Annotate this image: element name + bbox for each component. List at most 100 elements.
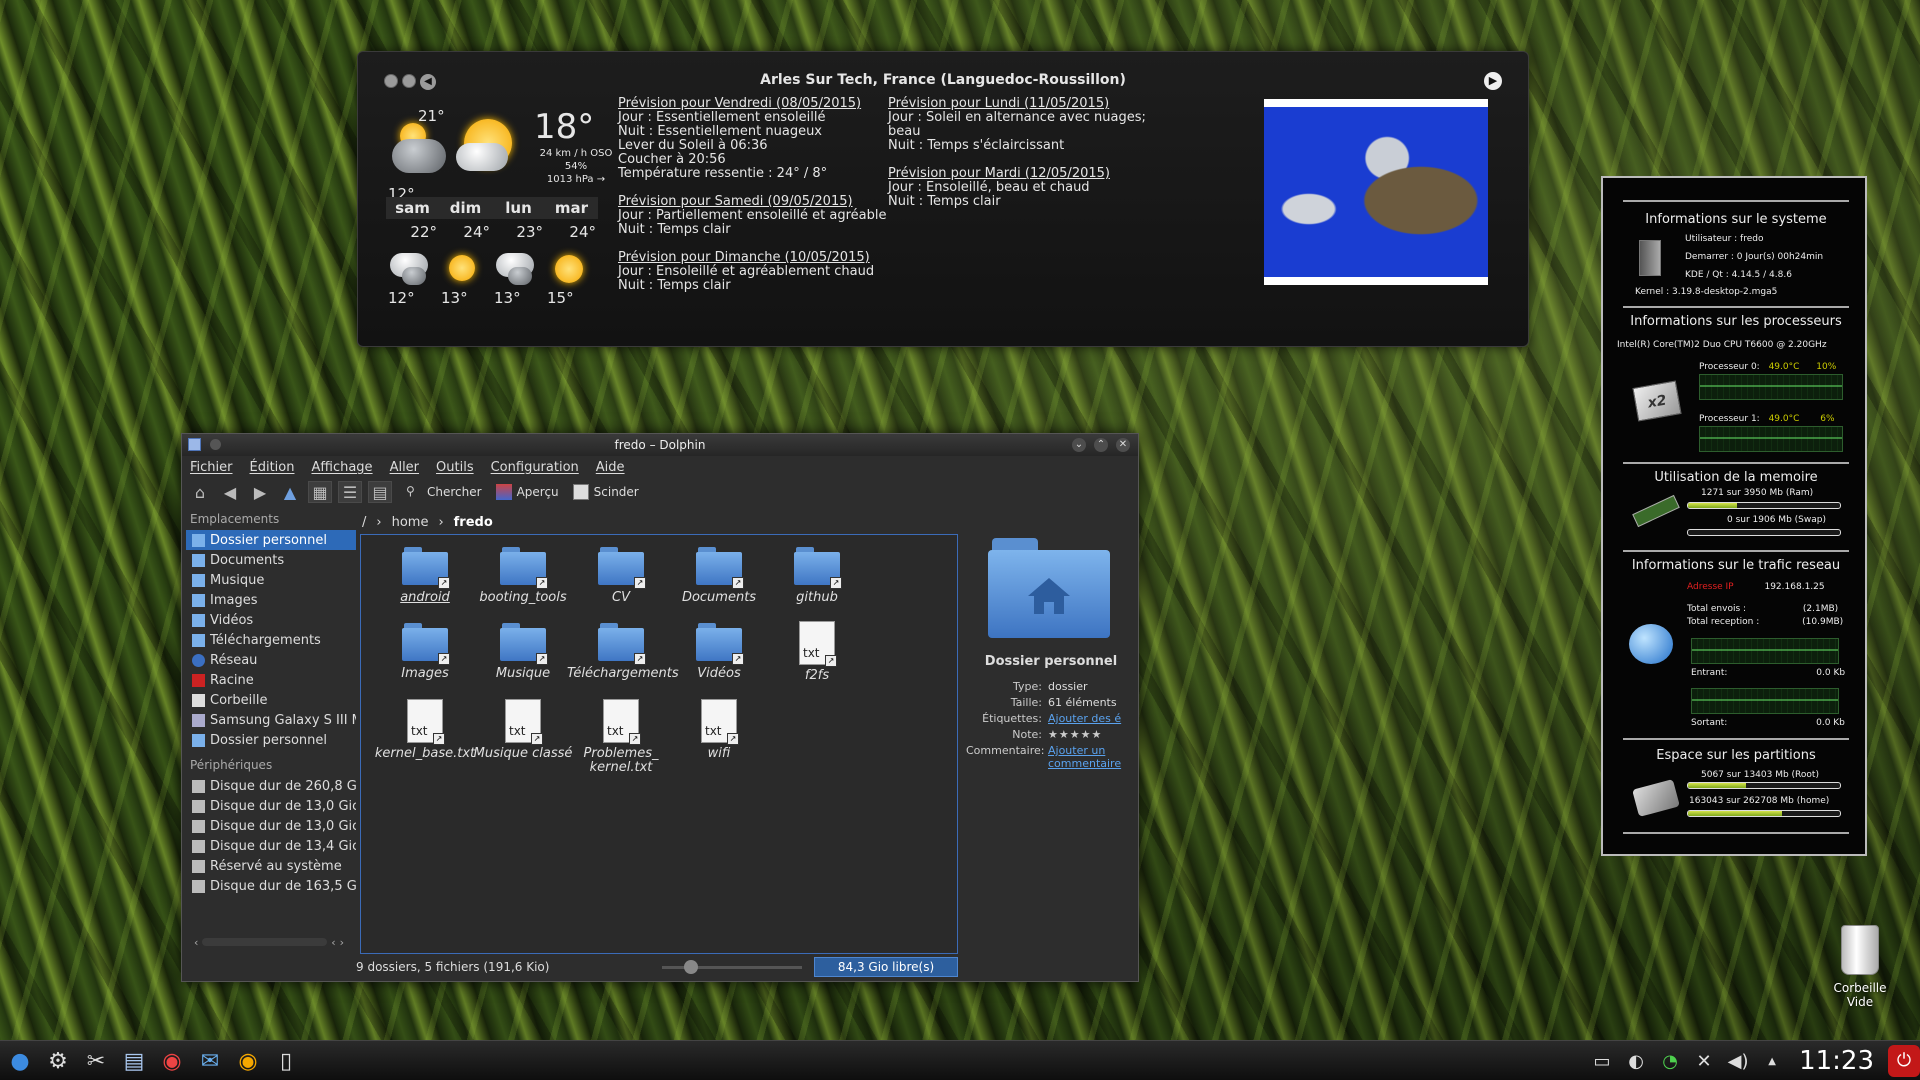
place-images[interactable]: Images: [186, 590, 356, 610]
place-documents[interactable]: Documents: [186, 550, 356, 570]
scrollbar-track[interactable]: [202, 938, 328, 946]
menu-fichier[interactable]: Fichier: [190, 460, 233, 475]
places-scrollbar[interactable]: ‹ ‹ ›: [194, 935, 344, 949]
close-icon[interactable]: ✕: [1116, 438, 1130, 452]
file-item[interactable]: ↗ android: [371, 547, 479, 605]
file-item[interactable]: txt ↗ f2fs: [763, 621, 871, 683]
zoom-slider-handle[interactable]: [684, 960, 698, 974]
place-root[interactable]: Racine: [186, 670, 356, 690]
file-item[interactable]: ↗ Images: [371, 623, 479, 681]
scroll-left-icon[interactable]: ‹: [194, 936, 198, 949]
up-icon[interactable]: ▲: [278, 481, 302, 503]
tray-expand-icon[interactable]: ▲: [1759, 1045, 1785, 1077]
breadcrumb: / › home › fredo: [362, 512, 493, 532]
menu-aller[interactable]: Aller: [390, 460, 419, 475]
place-downloads[interactable]: Téléchargements: [186, 630, 356, 650]
wifi-icon[interactable]: ◔: [1657, 1045, 1683, 1077]
chrome-icon[interactable]: ◉: [156, 1045, 188, 1077]
file-item[interactable]: ↗ booting_tools: [469, 547, 577, 605]
place-trash[interactable]: Corbeille: [186, 690, 356, 710]
minimize-icon[interactable]: ⌄: [1072, 438, 1086, 452]
rating-stars[interactable]: ★★★★★: [1048, 728, 1136, 741]
cpu-model: Intel(R) Core(TM)2 Duo CPU T6600 @ 2.20G…: [1617, 340, 1827, 350]
forecast-day: Jour : Essentiellement ensoleillé: [618, 110, 826, 125]
file-item[interactable]: ↗ github: [763, 547, 871, 605]
compact-view-icon[interactable]: ☰: [338, 481, 362, 503]
add-comment-link[interactable]: Ajouter un commentaire: [1048, 744, 1136, 770]
file-item[interactable]: txt ↗ wifi: [665, 699, 773, 761]
crumb-root[interactable]: /: [362, 515, 366, 530]
device-item[interactable]: Réservé au système: [186, 856, 356, 876]
device-item[interactable]: Disque dur de 163,5 G: [186, 876, 356, 896]
terminal-icon[interactable]: ▭: [1589, 1045, 1615, 1077]
place-home-2[interactable]: Dossier personnel: [186, 730, 356, 750]
chromium-icon[interactable]: ◉: [232, 1045, 264, 1077]
crumb-current[interactable]: fredo: [454, 515, 493, 530]
zoom-slider[interactable]: [662, 966, 802, 969]
menu-affichage[interactable]: Affichage: [311, 460, 372, 475]
file-item[interactable]: ↗ CV: [567, 547, 675, 605]
file-item[interactable]: ↗ Documents: [665, 547, 773, 605]
tools-icon[interactable]: ✂: [80, 1045, 112, 1077]
forward-icon[interactable]: ▶: [248, 481, 272, 503]
file-view[interactable]: ↗ android ↗ booting_tools ↗ CV ↗ Documents ↗…: [360, 534, 958, 954]
file-item[interactable]: txt ↗ Musique classé: [469, 699, 577, 761]
place-music[interactable]: Musique: [186, 570, 356, 590]
forecast-title[interactable]: Prévision pour Mardi (12/05/2015): [888, 167, 1148, 181]
scroll-right-icon[interactable]: ›: [340, 936, 344, 949]
tools-tray-icon[interactable]: ✕: [1691, 1045, 1717, 1077]
menu-configuration[interactable]: Configuration: [491, 460, 579, 475]
device-item[interactable]: Disque dur de 13,0 Gic: [186, 796, 356, 816]
place-home[interactable]: Dossier personnel: [186, 530, 356, 550]
usb-drive-icon[interactable]: ▯: [270, 1045, 302, 1077]
forecast-title[interactable]: Prévision pour Vendredi (08/05/2015): [618, 97, 898, 111]
system-tools-icon[interactable]: ⚙: [42, 1045, 74, 1077]
maximize-icon[interactable]: ⌃: [1094, 438, 1108, 452]
forecast-title[interactable]: Prévision pour Lundi (11/05/2015): [888, 97, 1148, 111]
thunderbird-icon[interactable]: ✉: [194, 1045, 226, 1077]
place-samsung[interactable]: Samsung Galaxy S III M: [186, 710, 356, 730]
update-icon[interactable]: ◐: [1623, 1045, 1649, 1077]
menu-aide[interactable]: Aide: [596, 460, 625, 475]
satellite-map-image[interactable]: [1264, 99, 1488, 285]
menu-outils[interactable]: Outils: [436, 460, 474, 475]
file-item[interactable]: txt ↗ kernel_base.txt: [371, 699, 479, 761]
forecast-title[interactable]: Prévision pour Samedi (09/05/2015): [618, 195, 898, 209]
clock[interactable]: 11:23: [1799, 1046, 1874, 1076]
file-item[interactable]: ↗ Musique: [469, 623, 577, 681]
menu-edition[interactable]: Édition: [250, 460, 295, 475]
search-button[interactable]: ⚲ Chercher: [406, 484, 482, 500]
home-icon[interactable]: ⌂: [188, 481, 212, 503]
next-icon[interactable]: ▶: [1484, 72, 1502, 90]
cpu0-label: Processeur 0:: [1699, 362, 1760, 372]
window-titlebar[interactable]: fredo – Dolphin ⌄ ⌃ ✕: [182, 434, 1138, 456]
preview-button[interactable]: Aperçu: [495, 484, 559, 500]
file-manager-icon[interactable]: ▤: [118, 1045, 150, 1077]
volume-icon[interactable]: ◀): [1725, 1045, 1751, 1077]
details-view-icon[interactable]: ▤: [368, 481, 392, 503]
ip-row: Adresse IP 192.168.1.25: [1687, 582, 1825, 592]
desktop-trash[interactable]: Corbeille Vide: [1820, 925, 1900, 1009]
free-space-indicator[interactable]: 84,3 Gio libre(s): [814, 957, 958, 977]
file-item[interactable]: ↗ Téléchargements: [567, 623, 679, 681]
uptime-info: Demarrer : 0 Jour(s) 00h24min: [1685, 252, 1824, 262]
place-network[interactable]: Réseau: [186, 650, 356, 670]
logout-icon[interactable]: ⏻: [1888, 1045, 1920, 1077]
forecast-title[interactable]: Prévision pour Dimanche (10/05/2015): [618, 251, 898, 265]
back-icon[interactable]: ◀: [218, 481, 242, 503]
device-item[interactable]: Disque dur de 260,8 G: [186, 776, 356, 796]
file-item[interactable]: txt ↗ Problemes_ kernel.txt: [567, 699, 675, 775]
device-item[interactable]: Disque dur de 13,0 Gic: [186, 816, 356, 836]
file-item[interactable]: ↗ Vidéos: [665, 623, 773, 681]
folder-icon: ↗: [598, 547, 646, 589]
hard-disk-icon: [1632, 779, 1680, 817]
device-item[interactable]: Disque dur de 13,4 Gic: [186, 836, 356, 856]
scroll-left-icon[interactable]: ‹: [331, 936, 335, 949]
add-tags-link[interactable]: Ajouter des é: [1048, 712, 1136, 725]
split-button[interactable]: Scinder: [572, 484, 639, 500]
dolphin-window: fredo – Dolphin ⌄ ⌃ ✕ Fichier Édition Af…: [181, 433, 1139, 982]
place-videos[interactable]: Vidéos: [186, 610, 356, 630]
crumb-home[interactable]: home: [392, 515, 429, 530]
icons-view-icon[interactable]: ▦: [308, 481, 332, 503]
application-menu-icon[interactable]: ●: [4, 1045, 36, 1077]
